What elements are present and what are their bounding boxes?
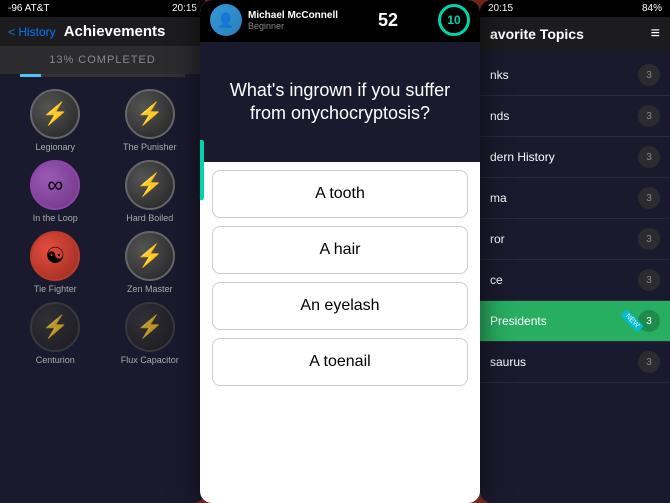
topic-badge: 3	[638, 146, 660, 168]
topic-badge: 3	[638, 310, 660, 332]
badge-label: Tie Fighter	[34, 284, 77, 294]
signal-text: -96 AT&T	[8, 3, 50, 14]
topic-name: dern History	[490, 150, 555, 164]
list-item[interactable]: nks 3	[480, 55, 670, 96]
list-item[interactable]: ma 3	[480, 178, 670, 219]
topic-badge: 3	[638, 269, 660, 291]
completed-banner: 13% COMPLETED	[0, 46, 205, 74]
topic-list: nks 3 nds 3 dern History 3 ma 3 ror 3 ce…	[480, 51, 670, 387]
question-text: What's ingrown if you suffer from onycho…	[216, 79, 464, 126]
center-header: 👤 Michael McConnell Beginner 52 10	[200, 0, 480, 42]
achievements-grid: ⚡ Legionary ⚡ The Punisher ∞ In the Loop…	[0, 85, 205, 369]
center-panel: 👤 Michael McConnell Beginner 52 10 What'…	[200, 0, 480, 503]
answers-area: A tooth A hair An eyelash A toenail	[200, 162, 480, 394]
list-item[interactable]: ⚡ Legionary	[12, 89, 99, 152]
badge-zenmaster: ⚡	[125, 231, 175, 281]
left-time: 20:15	[172, 3, 197, 14]
list-item[interactable]: ☯ Tie Fighter	[12, 231, 99, 294]
badge-label: Zen Master	[127, 284, 173, 294]
topic-name: nks	[490, 68, 509, 82]
badge-centurion: ⚡	[30, 302, 80, 352]
right-battery: 84%	[642, 3, 662, 14]
list-item[interactable]: ce 3	[480, 260, 670, 301]
right-nav: avorite Topics ≡	[480, 17, 670, 51]
list-item[interactable]: ⚡ The Punisher	[107, 89, 194, 152]
list-item[interactable]: ror 3	[480, 219, 670, 260]
answer-hair[interactable]: A hair	[212, 226, 468, 274]
avatar: 👤	[210, 4, 242, 36]
avatar-section: 👤 Michael McConnell Beginner	[210, 4, 338, 36]
answer-tooth[interactable]: A tooth	[212, 170, 468, 218]
badge-punisher: ⚡	[125, 89, 175, 139]
left-status-bar: -96 AT&T 20:15	[0, 0, 205, 17]
left-nav: < History Achievements	[0, 17, 205, 46]
list-item[interactable]: ⚡ Flux Capacitor	[107, 302, 194, 365]
topic-badge: 3	[638, 105, 660, 127]
topic-badge: 3	[638, 187, 660, 209]
topic-badge: 3	[638, 64, 660, 86]
right-panel-title: avorite Topics	[490, 26, 584, 42]
topic-name: Presidents	[490, 314, 547, 328]
badge-label: Centurion	[36, 355, 75, 365]
badge-legionary: ⚡	[30, 89, 80, 139]
badge-label: In the Loop	[33, 213, 78, 223]
progress-bar-fill	[20, 74, 41, 77]
side-accent	[200, 140, 204, 200]
answer-toenail[interactable]: A toenail	[212, 338, 468, 386]
badge-label: Flux Capacitor	[121, 355, 179, 365]
list-item[interactable]: saurus 3	[480, 342, 670, 383]
user-name: Michael McConnell	[248, 10, 338, 21]
badge-loop: ∞	[30, 160, 80, 210]
badge-flux: ⚡	[125, 302, 175, 352]
user-level: Beginner	[248, 21, 338, 31]
badge-label: Hard Boiled	[126, 213, 173, 223]
progress-bar-container	[20, 74, 185, 77]
left-panel: -96 AT&T 20:15 < History Achievements 13…	[0, 0, 205, 503]
answer-eyelash[interactable]: An eyelash	[212, 282, 468, 330]
back-button[interactable]: < History	[8, 25, 56, 39]
list-item[interactable]: ⚡ Centurion	[12, 302, 99, 365]
list-item[interactable]: nds 3	[480, 96, 670, 137]
user-score: 52	[378, 10, 398, 31]
topic-badge: 3	[638, 351, 660, 373]
topic-name: ma	[490, 191, 507, 205]
badge-tiefighter: ☯	[30, 231, 80, 281]
badge-label: Legionary	[35, 142, 75, 152]
hamburger-icon[interactable]: ≡	[651, 25, 660, 43]
question-area: What's ingrown if you suffer from onycho…	[200, 42, 480, 162]
badge-label: The Punisher	[123, 142, 177, 152]
list-item[interactable]: ∞ In the Loop	[12, 160, 99, 223]
right-time: 20:15	[488, 3, 513, 14]
topic-name: nds	[490, 109, 509, 123]
left-panel-title: Achievements	[64, 23, 166, 40]
list-item[interactable]: Presidents NEW 3	[480, 301, 670, 342]
list-item[interactable]: ⚡ Zen Master	[107, 231, 194, 294]
right-panel: 20:15 84% avorite Topics ≡ nks 3 nds 3 d…	[480, 0, 670, 503]
topic-name: saurus	[490, 355, 526, 369]
list-item[interactable]: dern History 3	[480, 137, 670, 178]
badge-hardboiled: ⚡	[125, 160, 175, 210]
topic-badge: 3	[638, 228, 660, 250]
user-info: Michael McConnell Beginner	[248, 10, 338, 31]
topic-name: ror	[490, 232, 505, 246]
timer-circle: 10	[438, 4, 470, 36]
list-item[interactable]: ⚡ Hard Boiled	[107, 160, 194, 223]
topic-name: ce	[490, 273, 503, 287]
right-status-bar: 20:15 84%	[480, 0, 670, 17]
